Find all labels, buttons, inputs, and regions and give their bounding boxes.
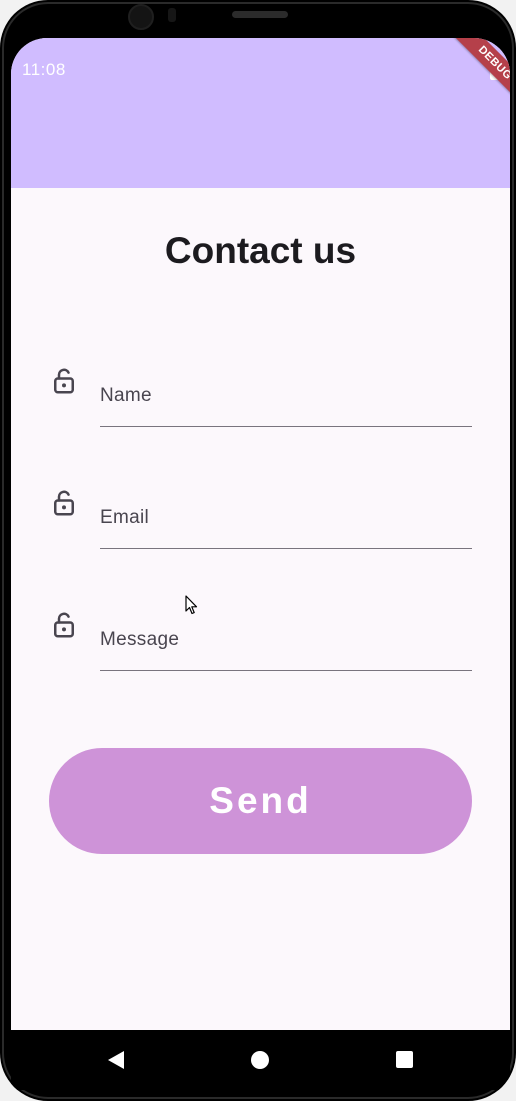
app-bar: 11:08 bbox=[11, 38, 510, 188]
back-icon[interactable] bbox=[107, 1050, 125, 1070]
phone-frame: 11:08 DEBUG Contact us Name Email Messag… bbox=[0, 0, 516, 1101]
message-field bbox=[49, 610, 473, 680]
name-input[interactable] bbox=[100, 366, 472, 427]
lock-open-icon bbox=[54, 490, 74, 516]
earpiece-speaker bbox=[232, 11, 288, 18]
proximity-sensor bbox=[168, 8, 176, 22]
lock-open-icon bbox=[54, 368, 74, 394]
front-camera bbox=[128, 4, 154, 30]
home-icon[interactable] bbox=[251, 1051, 269, 1069]
app-screen: 11:08 DEBUG Contact us Name Email Messag… bbox=[11, 38, 510, 1030]
mouse-cursor-icon bbox=[185, 595, 198, 615]
system-nav-bar bbox=[11, 1030, 510, 1090]
recents-icon[interactable] bbox=[396, 1051, 413, 1068]
send-button[interactable]: Send bbox=[49, 748, 472, 854]
lock-open-icon bbox=[54, 612, 74, 638]
email-field bbox=[49, 488, 473, 558]
page-title: Contact us bbox=[164, 230, 357, 271]
email-input[interactable] bbox=[100, 488, 472, 549]
status-bar-time: 11:08 bbox=[22, 60, 66, 79]
message-input[interactable] bbox=[100, 610, 472, 671]
name-field bbox=[49, 366, 473, 436]
